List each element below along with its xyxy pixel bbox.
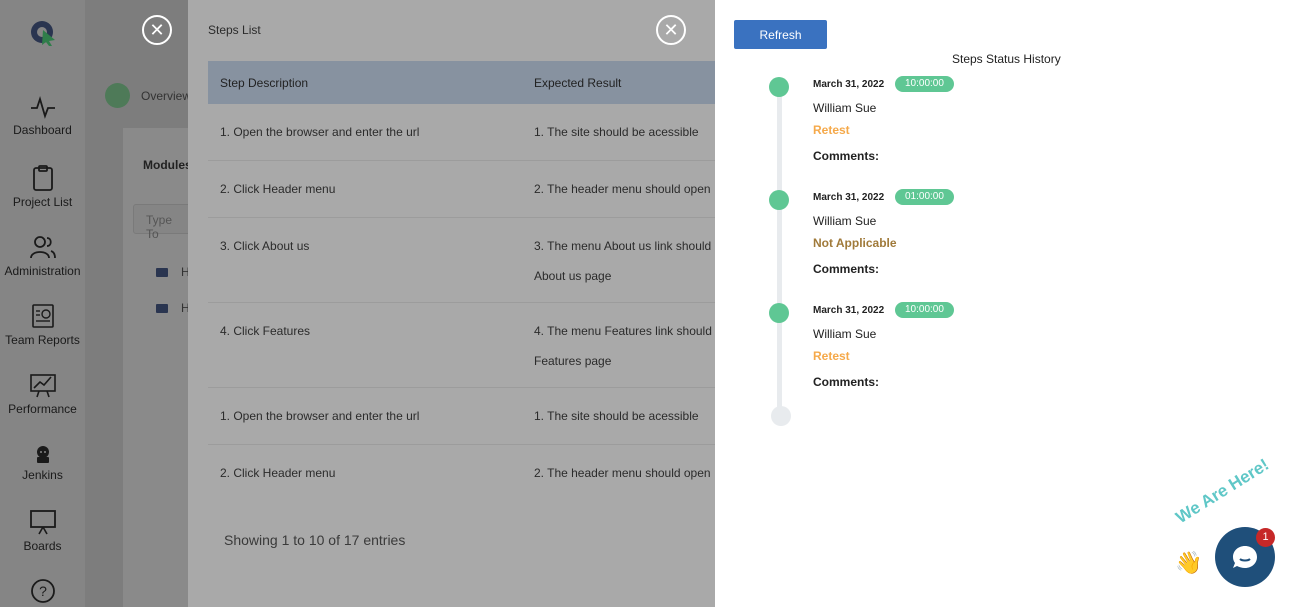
step-description-cell: 3. Click About us bbox=[220, 239, 310, 253]
entry-date: March 31, 2022 bbox=[813, 305, 885, 316]
sidebar-item-help[interactable]: ? bbox=[0, 578, 85, 607]
sidebar: Dashboard Project List Administration Te… bbox=[0, 0, 85, 607]
entry-user: William Sue bbox=[813, 101, 877, 115]
timeline-dot bbox=[769, 303, 789, 323]
timeline-end-dot bbox=[771, 406, 791, 426]
entry-status: Retest bbox=[813, 349, 850, 363]
back-icon[interactable] bbox=[105, 83, 130, 108]
users-icon bbox=[29, 236, 56, 259]
sidebar-item-project-list[interactable]: Project List bbox=[0, 165, 85, 209]
folder-icon bbox=[156, 268, 168, 277]
sidebar-item-label: Team Reports bbox=[5, 333, 80, 347]
close-icon[interactable]: ✕ bbox=[656, 15, 686, 45]
sidebar-item-label: Boards bbox=[23, 539, 62, 553]
step-description-cell: 1. Open the browser and enter the url bbox=[220, 409, 420, 423]
entry-status: Retest bbox=[813, 123, 850, 137]
entry-date: March 31, 2022 bbox=[813, 192, 885, 203]
sidebar-item-performance[interactable]: Performance bbox=[0, 372, 85, 416]
activity-icon bbox=[30, 95, 55, 119]
report-icon bbox=[31, 304, 54, 328]
table-header: Step Description Expected Result bbox=[208, 61, 715, 104]
table-row[interactable]: 2. Click Header menu 2. The header menu … bbox=[208, 445, 715, 502]
folder-icon bbox=[156, 304, 168, 313]
step-description-cell: 2. Click Header menu bbox=[220, 466, 336, 480]
sidebar-item-team-reports[interactable]: Team Reports bbox=[0, 303, 85, 347]
waving-hand-icon: 👋 bbox=[1175, 550, 1203, 575]
entry-comments-label: Comments: bbox=[813, 375, 880, 389]
sidebar-item-label: Project List bbox=[12, 195, 73, 209]
timeline-line bbox=[777, 87, 782, 417]
breadcrumb-overview[interactable]: Overview bbox=[141, 89, 191, 103]
expected-result-cell: 3. The menu About us link should About u… bbox=[534, 239, 712, 283]
expected-result-cell: 4. The menu Features link should l Featu… bbox=[534, 324, 715, 368]
column-header-expected-result[interactable]: Expected Result bbox=[522, 76, 715, 90]
table-row[interactable]: 1. Open the browser and enter the url 1.… bbox=[208, 388, 715, 445]
entry-time-badge: 10:00:00 bbox=[895, 302, 954, 318]
clipboard-icon bbox=[32, 165, 53, 191]
entry-time-badge: 10:00:00 bbox=[895, 76, 954, 92]
help-icon: ? bbox=[30, 579, 55, 603]
entry-user: William Sue bbox=[813, 327, 877, 341]
timeline-dot bbox=[769, 77, 789, 97]
step-description-cell: 2. Click Header menu bbox=[220, 182, 336, 196]
sidebar-item-boards[interactable]: Boards bbox=[0, 509, 85, 553]
notification-badge: 1 bbox=[1256, 528, 1275, 547]
table-row[interactable]: 3. Click About us 3. The menu About us l… bbox=[208, 218, 715, 303]
svg-text:?: ? bbox=[39, 583, 47, 599]
step-description-cell: 1. Open the browser and enter the url bbox=[220, 125, 420, 139]
table-row[interactable]: 4. Click Features 4. The menu Features l… bbox=[208, 303, 715, 388]
close-icon[interactable]: ✕ bbox=[142, 15, 172, 45]
refresh-button[interactable]: Refresh bbox=[734, 20, 827, 49]
history-title: Steps Status History bbox=[952, 52, 1061, 66]
table-row[interactable]: 1. Open the browser and enter the url 1.… bbox=[208, 104, 715, 161]
modules-heading: Modules bbox=[143, 158, 192, 172]
module-search-input[interactable]: Type To bbox=[133, 204, 193, 241]
column-header-step-description[interactable]: Step Description bbox=[208, 76, 522, 90]
entry-date: March 31, 2022 bbox=[813, 79, 885, 90]
table-row[interactable]: 2. Click Header menu 2. The header menu … bbox=[208, 161, 715, 218]
status-history-panel: Refresh Steps Status History March 31, 2… bbox=[715, 0, 1299, 607]
sidebar-item-jenkins[interactable]: Jenkins bbox=[0, 444, 85, 482]
sidebar-item-label: Jenkins bbox=[22, 468, 63, 482]
sidebar-item-administration[interactable]: Administration bbox=[0, 234, 85, 278]
step-description-cell: 4. Click Features bbox=[220, 324, 311, 338]
entry-time-badge: 01:00:00 bbox=[895, 189, 954, 205]
entry-comments-label: Comments: bbox=[813, 262, 880, 276]
chat-bubble-icon bbox=[1233, 546, 1257, 568]
app-logo-icon[interactable] bbox=[29, 18, 57, 46]
jenkins-icon bbox=[36, 446, 49, 463]
entry-comments-label: Comments: bbox=[813, 149, 880, 163]
pagination-info: Showing 1 to 10 of 17 entries bbox=[224, 532, 406, 548]
steps-table: Step Description Expected Result 1. Open… bbox=[208, 61, 715, 502]
expected-result-cell: 1. The site should be acessible bbox=[534, 409, 699, 423]
sidebar-item-label: Performance bbox=[8, 402, 77, 416]
expected-result-cell: 2. The header menu should open bbox=[534, 182, 711, 196]
sidebar-item-label: Administration bbox=[4, 264, 81, 278]
entry-status: Not Applicable bbox=[813, 236, 897, 250]
steps-list-modal: Steps List Step Description Expected Res… bbox=[188, 0, 715, 607]
sidebar-item-dashboard[interactable]: Dashboard bbox=[0, 95, 85, 137]
sidebar-item-label: Dashboard bbox=[13, 123, 72, 137]
steps-list-title: Steps List bbox=[208, 23, 261, 37]
timeline-dot bbox=[769, 190, 789, 210]
expected-result-cell: 1. The site should be acessible bbox=[534, 125, 699, 139]
performance-icon bbox=[29, 374, 56, 398]
expected-result-cell: 2. The header menu should open bbox=[534, 466, 711, 480]
entry-user: William Sue bbox=[813, 214, 877, 228]
board-icon bbox=[29, 510, 56, 535]
